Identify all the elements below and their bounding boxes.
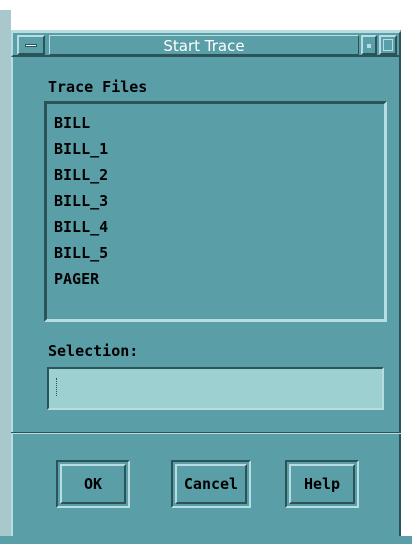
window-menu-icon	[25, 44, 37, 47]
list-item[interactable]: BILL_5	[54, 240, 108, 266]
button-area-separator	[11, 432, 401, 434]
trace-files-list[interactable]: BILL BILL_1 BILL_2 BILL_3 BILL_4 BILL_5 …	[44, 101, 387, 322]
window-title: Start Trace	[49, 35, 359, 55]
window-menu-button[interactable]	[17, 35, 45, 55]
selection-input[interactable]	[47, 367, 384, 410]
text-caret	[56, 378, 58, 396]
ok-button-frame: OK	[56, 460, 130, 508]
window-bottom-border	[0, 536, 412, 544]
maximize-button[interactable]	[379, 35, 397, 55]
list-item[interactable]: BILL_4	[54, 214, 108, 240]
cancel-button-frame: Cancel	[171, 460, 251, 508]
list-item[interactable]: BILL_1	[54, 136, 108, 162]
trace-files-label: Trace Files	[48, 78, 148, 96]
trace-files-items: BILL BILL_1 BILL_2 BILL_3 BILL_4 BILL_5 …	[54, 110, 108, 292]
title-bar[interactable]: Start Trace	[11, 31, 401, 57]
minimize-button[interactable]	[361, 35, 377, 55]
selection-label: Selection:	[48, 342, 139, 360]
list-item[interactable]: BILL_3	[54, 188, 108, 214]
list-item[interactable]: BILL	[54, 110, 108, 136]
list-item[interactable]: PAGER	[54, 266, 108, 292]
list-item[interactable]: BILL_2	[54, 162, 108, 188]
maximize-icon	[383, 39, 393, 51]
ok-button[interactable]: OK	[60, 464, 126, 504]
desktop-background-left	[0, 10, 11, 544]
help-button-frame: Help	[285, 460, 359, 508]
cancel-button[interactable]: Cancel	[175, 464, 247, 504]
help-button[interactable]: Help	[289, 464, 355, 504]
minimize-icon	[367, 44, 371, 48]
